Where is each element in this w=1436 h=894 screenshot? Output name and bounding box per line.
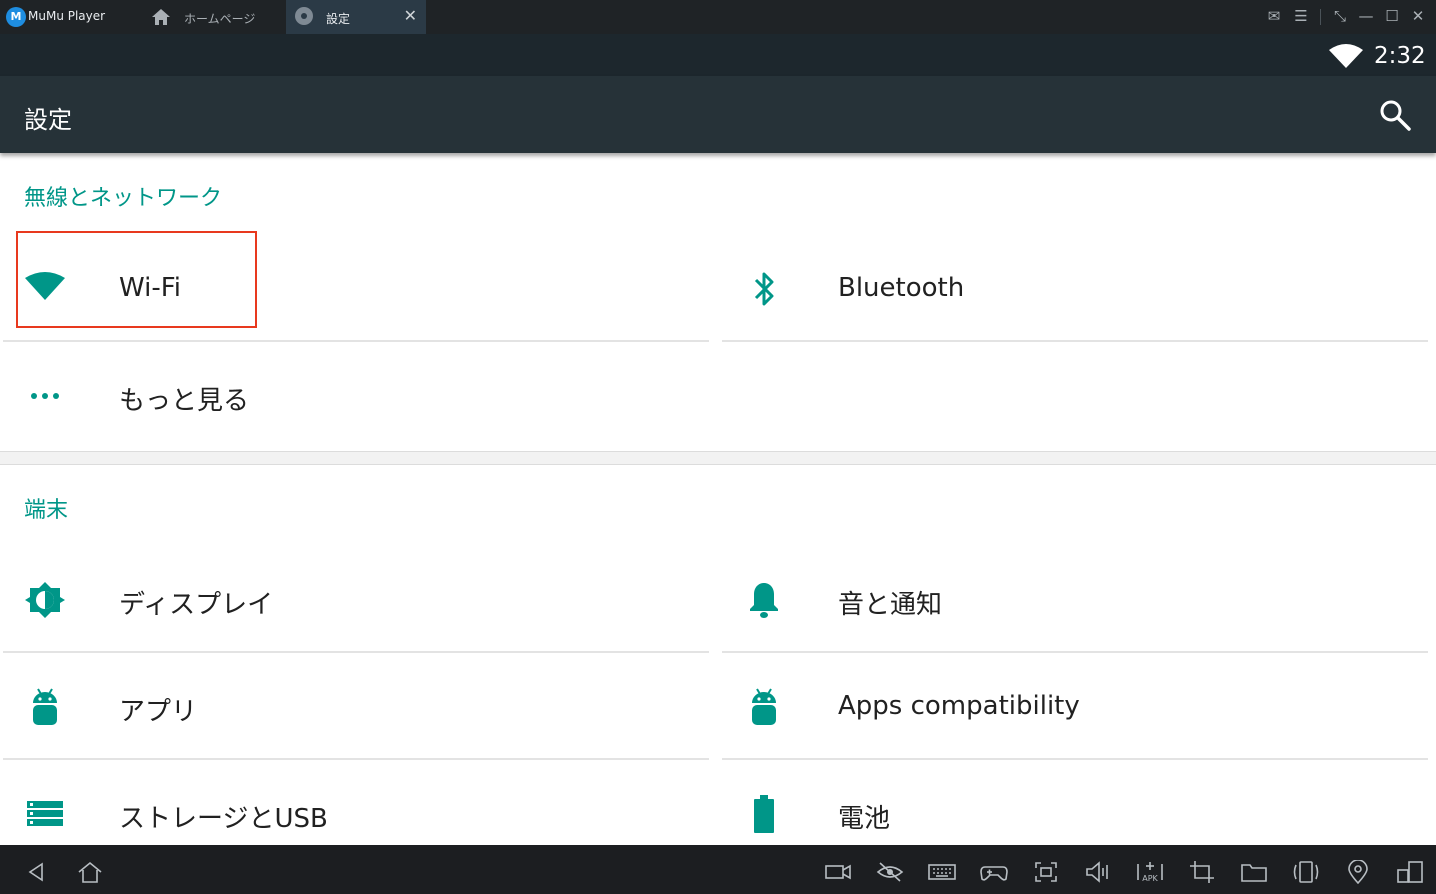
status-bar bbox=[0, 34, 1436, 76]
app-name: MuMu Player bbox=[28, 9, 106, 23]
android-icon bbox=[752, 688, 776, 725]
section-header-device: 端末 bbox=[24, 498, 69, 523]
settings-item-more[interactable]: もっと見る bbox=[3, 343, 709, 449]
more-icon bbox=[31, 393, 59, 399]
emulator-title-bar: M MuMu Player ホームページ 設定 ✕ ✉ ☰ ⤡ — ☐ ✕ bbox=[0, 0, 1436, 34]
tab-home-label: ホームページ bbox=[184, 12, 256, 26]
mail-icon[interactable]: ✉ bbox=[1264, 7, 1284, 25]
settings-item-label: ディスプレイ bbox=[119, 590, 274, 620]
gamepad-icon[interactable] bbox=[979, 860, 1009, 884]
settings-item-display[interactable]: ディスプレイ bbox=[3, 547, 709, 653]
home-icon[interactable] bbox=[75, 860, 105, 884]
section-header-wireless: 無線とネットワーク bbox=[24, 186, 223, 211]
highlight-box bbox=[16, 231, 257, 328]
multi-window-icon[interactable] bbox=[1395, 860, 1425, 884]
settings-item-apps[interactable]: アプリ bbox=[3, 654, 709, 760]
status-time: 2:32 bbox=[1374, 43, 1426, 69]
settings-item-label: Apps compatibility bbox=[838, 691, 1080, 721]
control-divider bbox=[1320, 9, 1321, 25]
apk-label: APK bbox=[1142, 874, 1158, 883]
settings-item-label: ストレージとUSB bbox=[119, 804, 328, 834]
divider bbox=[3, 340, 709, 342]
divider bbox=[722, 651, 1428, 653]
volume-icon[interactable] bbox=[1083, 860, 1113, 884]
settings-item-apps-compatibility[interactable]: Apps compatibility bbox=[722, 654, 1428, 760]
crop-icon[interactable] bbox=[1187, 860, 1217, 884]
rotate-icon[interactable] bbox=[1291, 860, 1321, 884]
close-tab-icon[interactable]: ✕ bbox=[404, 6, 417, 25]
tab-settings-label: 設定 bbox=[326, 12, 351, 26]
close-icon[interactable]: ✕ bbox=[1408, 7, 1428, 25]
page-title: 設定 bbox=[24, 106, 72, 134]
tab-settings[interactable]: 設定 ✕ bbox=[286, 0, 426, 34]
keyboard-icon[interactable] bbox=[927, 860, 957, 884]
settings-item-label: 音と通知 bbox=[838, 590, 943, 620]
action-bar: 設定 bbox=[0, 76, 1436, 153]
minimize-icon[interactable]: — bbox=[1356, 7, 1376, 25]
menu-icon[interactable]: ☰ bbox=[1291, 7, 1311, 25]
bluetooth-icon bbox=[754, 272, 774, 306]
hide-icon[interactable] bbox=[875, 860, 905, 884]
search-icon[interactable] bbox=[1378, 98, 1412, 132]
folder-icon[interactable] bbox=[1239, 860, 1269, 884]
bell-icon bbox=[750, 583, 778, 618]
home-icon bbox=[152, 9, 170, 25]
mumu-logo: M bbox=[6, 7, 26, 27]
battery-icon bbox=[754, 795, 774, 833]
pin-icon[interactable]: ⤡ bbox=[1330, 7, 1350, 25]
storage-icon bbox=[27, 801, 63, 826]
back-icon[interactable] bbox=[22, 860, 52, 884]
gear-icon bbox=[295, 7, 313, 25]
settings-item-bluetooth[interactable]: Bluetooth bbox=[722, 236, 1428, 342]
tab-home[interactable]: ホームページ bbox=[140, 0, 285, 34]
settings-item-label: Bluetooth bbox=[838, 273, 965, 303]
divider bbox=[722, 340, 1428, 342]
android-icon bbox=[33, 688, 57, 725]
divider bbox=[722, 758, 1428, 760]
screenshot-icon[interactable] bbox=[1031, 860, 1061, 884]
location-icon[interactable] bbox=[1343, 860, 1373, 884]
apk-install-icon[interactable]: APK bbox=[1135, 860, 1165, 884]
brightness-icon bbox=[25, 582, 65, 618]
divider bbox=[3, 651, 709, 653]
emulator-toolbar bbox=[0, 845, 1436, 894]
section-separator bbox=[0, 451, 1436, 465]
maximize-icon[interactable]: ☐ bbox=[1382, 7, 1402, 25]
settings-item-label: アプリ bbox=[119, 697, 198, 727]
divider bbox=[3, 758, 709, 760]
settings-item-label: 電池 bbox=[838, 804, 891, 834]
settings-item-sound[interactable]: 音と通知 bbox=[722, 547, 1428, 653]
video-record-icon[interactable] bbox=[823, 860, 853, 884]
settings-item-label: もっと見る bbox=[119, 386, 250, 416]
wifi-icon bbox=[1329, 44, 1363, 68]
